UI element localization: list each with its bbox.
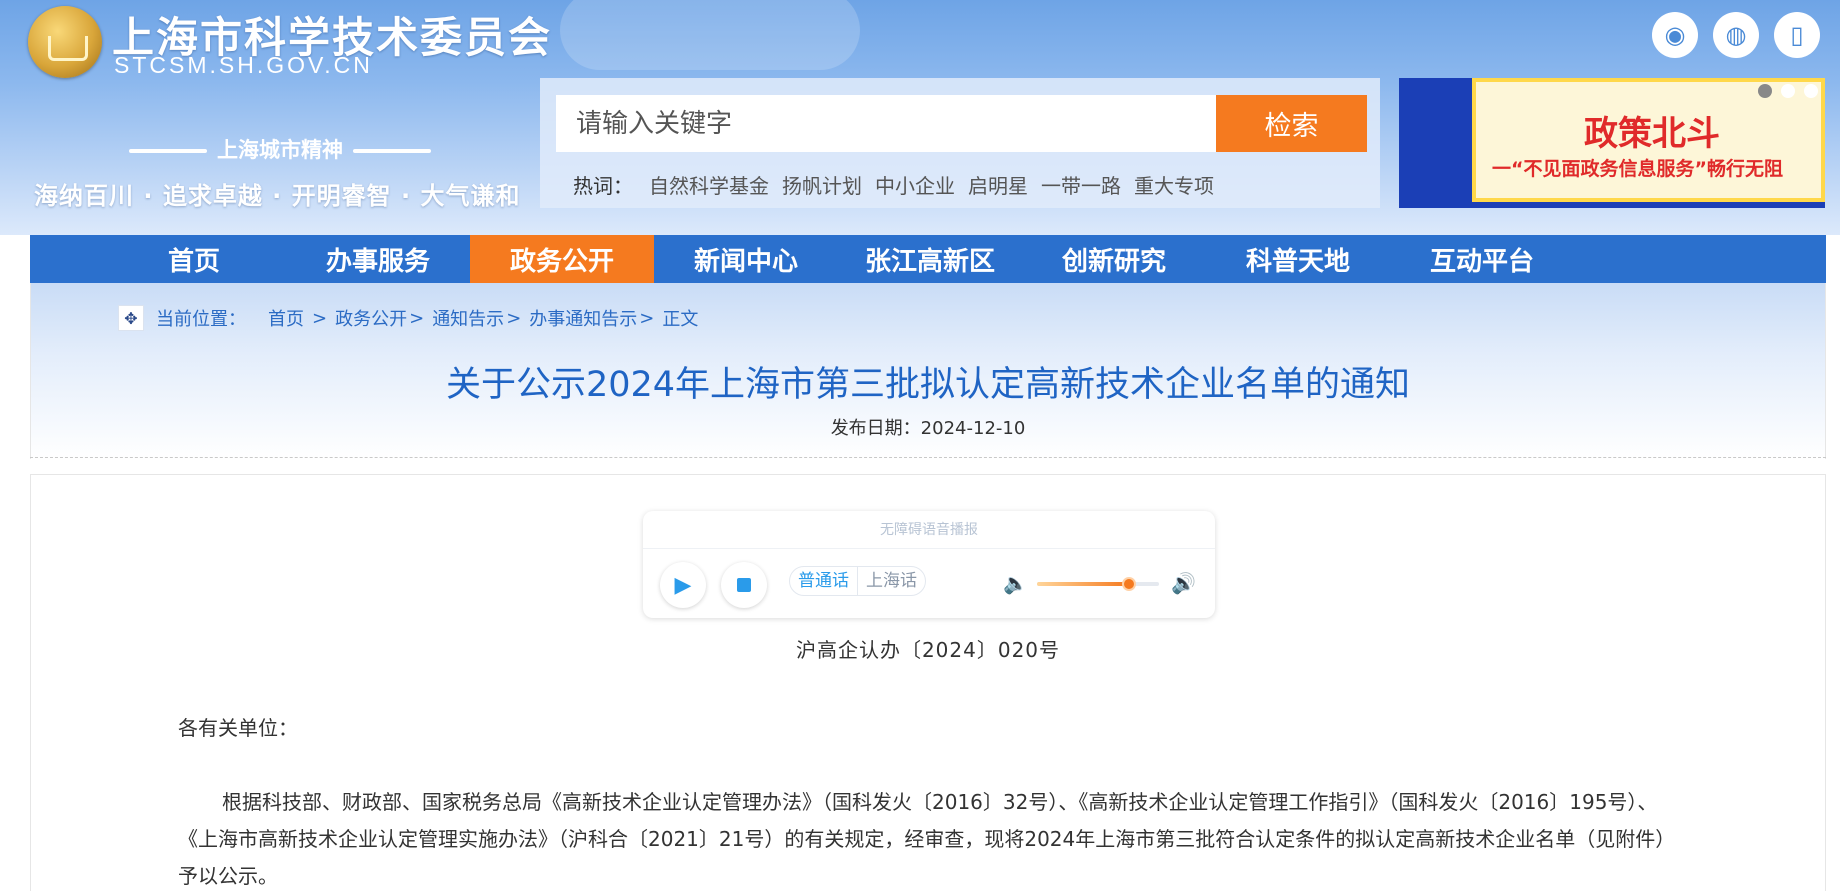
play-button[interactable]: ▶ (660, 562, 706, 608)
nav-item-home[interactable]: 首页 (102, 235, 286, 283)
hot-word-link[interactable]: 一带一路 (1041, 170, 1121, 199)
nav-item-science-pop[interactable]: 科普天地 (1206, 235, 1390, 283)
header-decoration (560, 0, 860, 70)
stop-button[interactable] (721, 562, 767, 608)
volume-slider[interactable] (1037, 577, 1159, 591)
hot-word-link[interactable]: 重大专项 (1134, 170, 1214, 199)
main-nav: 首页 办事服务 政务公开 新闻中心 张江高新区 创新研究 科普天地 互动平台 (30, 235, 1826, 283)
search-input[interactable] (556, 95, 1216, 152)
nav-item-services[interactable]: 办事服务 (286, 235, 470, 283)
nav-item-innovation[interactable]: 创新研究 (1022, 235, 1206, 283)
breadcrumb-current: 正文 (662, 309, 699, 330)
document-number: 沪高企认办〔2024〕020号 (795, 638, 1061, 662)
breadcrumb-separator: > (409, 307, 425, 329)
banner-title: 政策北斗 (1584, 114, 1720, 154)
carousel-dots (1758, 84, 1818, 98)
stop-icon (737, 578, 751, 592)
site-header: 上海市科学技术委员会 STCSM.SH.GOV.CN 上海城市精神 海纳百川 ·… (0, 0, 1840, 235)
breadcrumb-separator: > (506, 307, 522, 329)
play-icon: ▶ (674, 572, 692, 598)
hot-word-link[interactable]: 自然科学基金 (649, 170, 769, 199)
nav-item-gov-affairs[interactable]: 政务公开 (470, 235, 654, 283)
wechat-icon[interactable]: ◍ (1713, 12, 1759, 58)
hot-word-link[interactable]: 扬帆计划 (782, 170, 862, 199)
hot-words: 热词： 自然科学基金 扬帆计划 中小企业 启明星 一带一路 重大专项 (573, 170, 1227, 199)
mobile-icon[interactable]: ▯ (1774, 12, 1820, 58)
nav-item-zhangjiang[interactable]: 张江高新区 (838, 235, 1022, 283)
hot-words-label: 热词： (573, 174, 633, 198)
breadcrumb-gov-affairs[interactable]: 政务公开 (335, 305, 407, 331)
language-mandarin[interactable]: 普通话 (790, 567, 858, 595)
publish-date: 发布日期：2024-12-10 (830, 418, 1026, 439)
divider (30, 457, 1826, 458)
hot-word-link[interactable]: 中小企业 (875, 170, 955, 199)
site-domain: STCSM.SH.GOV.CN (114, 52, 373, 78)
language-shanghainese[interactable]: 上海话 (858, 567, 925, 595)
logo-emblem-icon[interactable] (28, 6, 102, 78)
weibo-icon[interactable]: ◉ (1652, 12, 1698, 58)
breadcrumb-notices[interactable]: 通知告示 (432, 305, 504, 331)
hot-word-link[interactable]: 启明星 (968, 170, 1028, 199)
article-title: 关于公示2024年上海市第三批拟认定高新技术企业名单的通知 (445, 365, 1411, 405)
player-title: 无障碍语音播报 (643, 511, 1215, 549)
volume-high-icon[interactable]: 🔊 (1171, 571, 1196, 595)
location-icon: ✥ (118, 305, 144, 331)
carousel-dot[interactable] (1781, 84, 1795, 98)
banner-subtitle: 一“不见面政务信息服务”畅行无阻 (1492, 158, 1783, 180)
breadcrumb-service-notices[interactable]: 办事通知告示 (529, 305, 637, 331)
breadcrumb-home[interactable]: 首页 (268, 305, 304, 331)
city-spirit-title: 上海城市精神 (115, 134, 445, 164)
audio-player: 无障碍语音播报 ▶ 普通话 上海话 🔈 🔊 (643, 511, 1215, 618)
nav-item-news[interactable]: 新闻中心 (654, 235, 838, 283)
breadcrumb-separator: > (312, 307, 328, 329)
city-spirit-text: 海纳百川 · 追求卓越 · 开明睿智 · 大气谦和 (34, 182, 521, 210)
carousel-dot[interactable] (1758, 84, 1772, 98)
salutation: 各有关单位： (178, 716, 298, 740)
breadcrumb: ✥ 当前位置： 首页 > 政务公开 > 通知告示 > 办事通知告示 > 正文 (118, 305, 698, 331)
volume-fill (1037, 582, 1129, 586)
search-panel: 检索 热词： 自然科学基金 扬帆计划 中小企业 启明星 一带一路 重大专项 (540, 78, 1380, 208)
breadcrumb-separator: > (639, 307, 655, 329)
volume-low-icon[interactable]: 🔈 (1003, 571, 1028, 595)
breadcrumb-label: 当前位置： (156, 309, 246, 330)
nav-item-interaction[interactable]: 互动平台 (1390, 235, 1574, 283)
language-toggle: 普通话 上海话 (789, 566, 926, 596)
search-button[interactable]: 检索 (1216, 95, 1367, 152)
article-paragraph: 根据科技部、财政部、国家税务总局《高新技术企业认定管理办法》（国科发火〔2016… (178, 790, 1676, 888)
carousel-dot[interactable] (1804, 84, 1818, 98)
volume-handle[interactable] (1121, 577, 1136, 591)
